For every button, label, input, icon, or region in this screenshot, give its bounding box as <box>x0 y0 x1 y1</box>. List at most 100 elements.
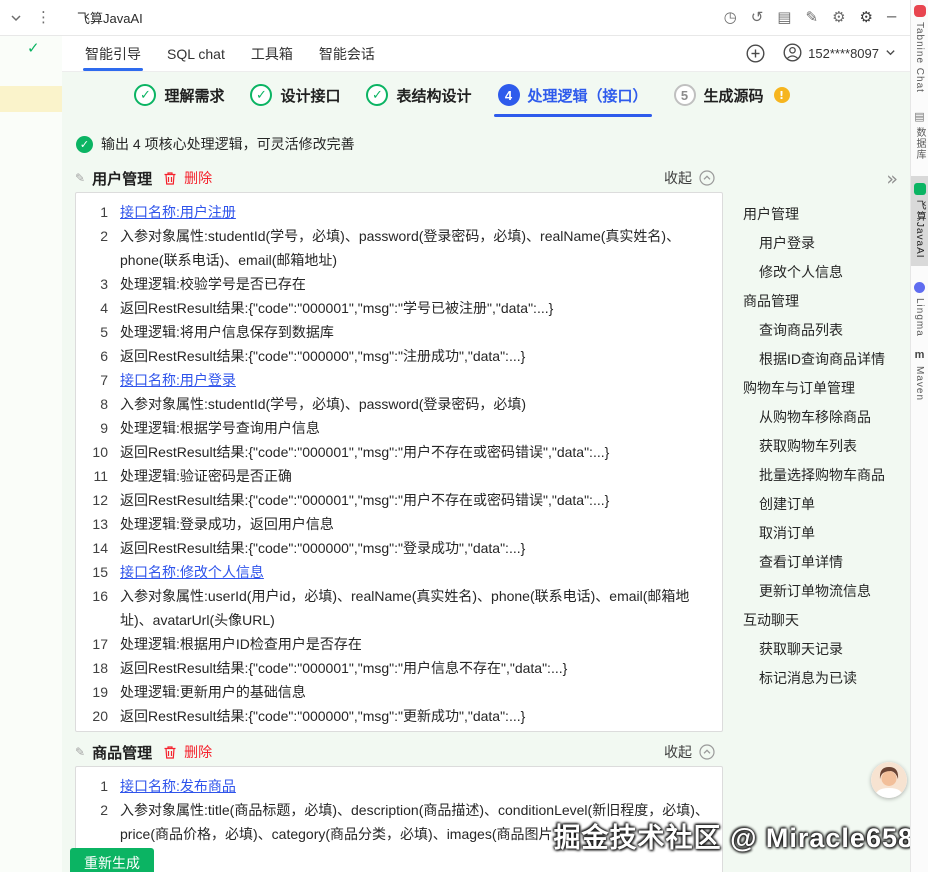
list-item: 18 返回RestResult结果:{"code":"000001","msg":… <box>84 656 714 680</box>
line-text: 入参对象属性:studentId(学号，必填)、password(登录密码，必填… <box>120 228 681 268</box>
card-icon[interactable]: ▤ <box>777 10 791 25</box>
tab-smart-session[interactable]: 智能会话 <box>306 36 388 71</box>
success-check-icon: ✓ <box>76 135 93 153</box>
collapse-panel-icon[interactable]: » <box>886 170 898 189</box>
outline-item[interactable]: 取消订单 <box>737 519 909 548</box>
kebab-menu-icon[interactable]: ⋮ <box>36 10 51 25</box>
collapse-button[interactable]: 收起 <box>664 742 692 762</box>
outline-item[interactable]: 互动聊天 <box>737 606 909 635</box>
guide-content: ✓ 理解需求 ✓ 设计接口 ✓ 表结构设计 4 处理逻辑（接口） 5 生成源码 … <box>62 72 910 872</box>
outline-item[interactable]: 获取购物车列表 <box>737 432 909 461</box>
outline-item[interactable]: 根据ID查询商品详情 <box>737 345 909 374</box>
step-design-interface[interactable]: ✓ 设计接口 <box>250 84 340 106</box>
line-number: 3 <box>100 276 108 292</box>
stepper: ✓ 理解需求 ✓ 设计接口 ✓ 表结构设计 4 处理逻辑（接口） 5 生成源码 … <box>62 84 862 117</box>
outline-item[interactable]: 查看订单详情 <box>737 548 909 577</box>
line-number: 2 <box>100 802 108 818</box>
step-label: 理解需求 <box>164 87 225 105</box>
gear-icon[interactable]: ⚙ <box>832 10 845 25</box>
interface-link[interactable]: 接口名称:修改个人信息 <box>120 560 714 584</box>
line-text: 处理逻辑:校验学号是否已存在 <box>120 276 306 292</box>
outline-item[interactable]: 用户登录 <box>737 229 909 258</box>
step-label: 生成源码 <box>703 87 764 105</box>
step-generate-source[interactable]: 5 生成源码 ! <box>673 84 790 106</box>
tab-sql-chat[interactable]: SQL chat <box>154 36 238 71</box>
outline-item[interactable]: 获取聊天记录 <box>737 635 909 664</box>
highlighted-line <box>0 86 62 112</box>
list-item: 16 入参对象属性:userId(用户id，必填)、realName(真实姓名)、… <box>84 584 714 632</box>
outline-item[interactable]: 更新订单物流信息 <box>737 577 909 606</box>
section-user-management: ✎ 用户管理 删除 收起 1 接口名称:用户注册 2 入参对象属性:studen… <box>62 164 725 732</box>
timer-icon[interactable]: ◷ <box>724 10 737 25</box>
outline-item[interactable]: 从购物车移除商品 <box>737 403 909 432</box>
chevron-up-circle-icon[interactable] <box>699 744 715 760</box>
trash-icon[interactable] <box>163 745 177 760</box>
tool-tab-database[interactable]: ▤ 数据库 <box>911 93 928 160</box>
list-item: 6 返回RestResult结果:{"code":"000000","msg":"… <box>84 344 714 368</box>
interface-link[interactable]: 接口名称:用户登录 <box>120 368 714 392</box>
tab-label: 智能引导 <box>85 45 141 62</box>
trash-icon[interactable] <box>163 171 177 186</box>
outline-item[interactable]: 用户管理 <box>737 200 909 229</box>
line-number: 2 <box>100 228 108 244</box>
interface-link[interactable]: 接口名称:发布商品 <box>120 774 714 798</box>
chevron-up-circle-icon[interactable] <box>699 170 715 186</box>
add-session-icon[interactable] <box>746 44 765 63</box>
delete-button[interactable]: 删除 <box>184 168 212 188</box>
interface-link[interactable]: 接口名称:用户注册 <box>120 200 714 224</box>
list-item: 11 处理逻辑:验证密码是否正确 <box>84 464 714 488</box>
interface-list: 1 接口名称:发布商品 2 入参对象属性:title(商品标题，必填)、descri… <box>75 766 723 872</box>
plugin-tabbar: 智能引导 SQL chat 工具箱 智能会话 152****8097 <box>62 36 910 72</box>
outline-item[interactable]: 商品管理 <box>737 287 909 316</box>
line-number: 4 <box>100 300 108 316</box>
check-icon: ✓ <box>250 84 273 106</box>
list-item: 9 处理逻辑:根据学号查询用户信息 <box>84 416 714 440</box>
tab-toolbox[interactable]: 工具箱 <box>238 36 306 71</box>
line-number: 6 <box>100 348 108 364</box>
outline-item[interactable]: 购物车与订单管理 <box>737 374 909 403</box>
chevron-down-icon <box>885 46 896 61</box>
outline-item[interactable]: 修改个人信息 <box>737 258 909 287</box>
tool-tab-maven[interactable]: m Maven <box>911 349 928 402</box>
line-number: 20 <box>92 708 108 724</box>
line-number: 19 <box>92 684 108 700</box>
outline-item[interactable]: 创建订单 <box>737 490 909 519</box>
plugin-panel: 智能引导 SQL chat 工具箱 智能会话 152****8097 ✓ 理解需… <box>62 36 910 872</box>
step-understand-requirements[interactable]: ✓ 理解需求 <box>134 84 224 106</box>
list-item: 19 处理逻辑:更新用户的基础信息 <box>84 680 714 704</box>
line-text: 入参对象属性:userId(用户id，必填)、realName(真实姓名)、ph… <box>120 588 690 628</box>
account-menu[interactable]: 152****8097 <box>783 42 896 65</box>
line-number: 17 <box>92 636 108 652</box>
history-icon[interactable]: ↺ <box>751 10 764 25</box>
outline-item[interactable]: 标记消息为已读 <box>737 664 909 693</box>
minimize-icon[interactable]: ─ <box>887 10 896 25</box>
assistant-avatar[interactable] <box>871 762 907 798</box>
step-number: 5 <box>673 84 696 106</box>
step-processing-logic[interactable]: 4 处理逻辑（接口） <box>493 84 652 117</box>
tab-label: 工具箱 <box>250 45 293 62</box>
edit-icon[interactable]: ✎ <box>805 10 818 25</box>
list-item: 2 入参对象属性:studentId(学号，必填)、password(登录密码，必… <box>84 224 714 272</box>
delete-button[interactable]: 删除 <box>184 742 212 762</box>
settings-gear-icon[interactable]: ⚙ <box>860 10 873 25</box>
line-number: 18 <box>92 660 108 676</box>
list-item: 12 返回RestResult结果:{"code":"000001","msg":… <box>84 488 714 512</box>
line-text: 返回RestResult结果:{"code":"000001","msg":"用… <box>120 492 610 508</box>
app-window: ⋮ 飞算JavaAI ◷ ↺ ▤ ✎ ⚙ ⚙ ─ ✓ 智能引导 SQL chat… <box>0 0 928 872</box>
outline-item[interactable]: 查询商品列表 <box>737 316 909 345</box>
line-number: 13 <box>92 516 108 532</box>
chevron-down-icon[interactable] <box>10 12 22 24</box>
line-number: 16 <box>92 588 108 604</box>
outline-item[interactable]: 批量选择购物车商品 <box>737 461 909 490</box>
collapse-button[interactable]: 收起 <box>664 168 692 188</box>
tool-tab-feisuan-javaai[interactable]: 飞算JavaAI <box>911 175 928 266</box>
regenerate-button[interactable]: 重新生成 <box>70 848 154 872</box>
list-item: 4 返回RestResult结果:{"code":"000001","msg":"… <box>84 296 714 320</box>
tool-tab-lingma[interactable]: Lingma <box>911 281 928 337</box>
step-table-design[interactable]: ✓ 表结构设计 <box>366 84 472 106</box>
tool-tab-label: Lingma <box>914 297 925 337</box>
line-number: 11 <box>93 468 108 484</box>
maven-icon: m <box>914 349 925 362</box>
tool-tab-tabnine[interactable]: Tabnine Chat <box>911 0 928 93</box>
tab-smart-guide[interactable]: 智能引导 <box>72 36 154 71</box>
